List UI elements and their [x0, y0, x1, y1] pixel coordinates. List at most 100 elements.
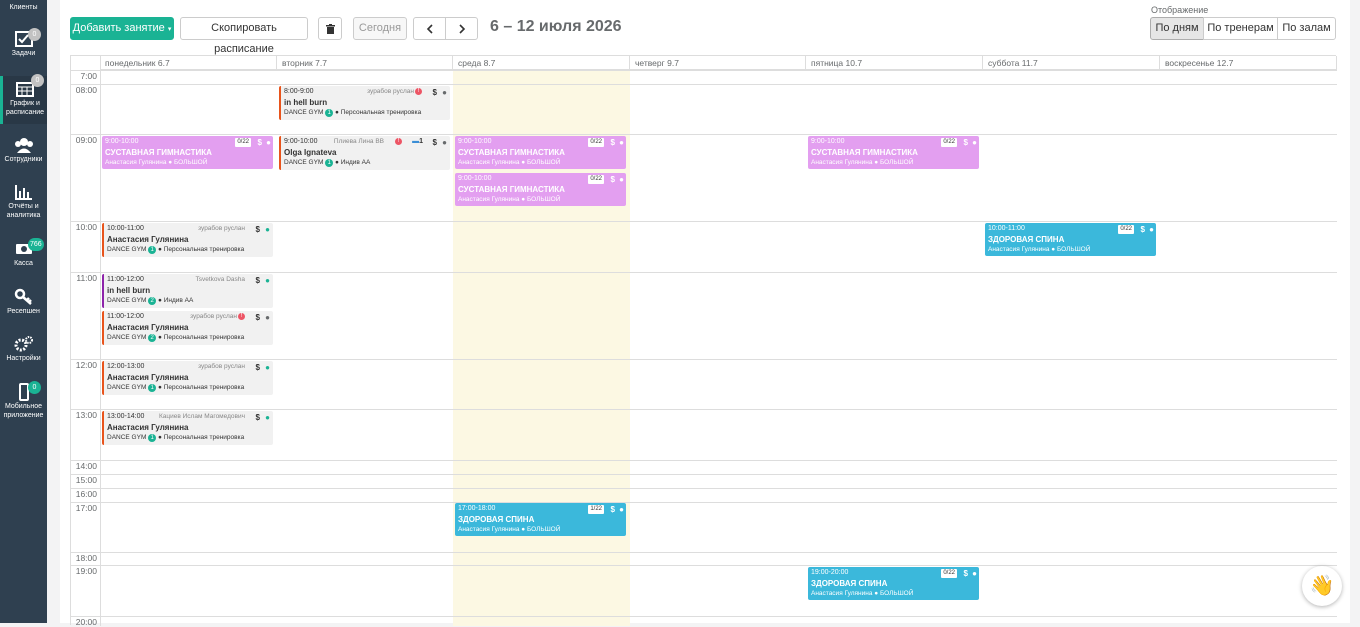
count-badge: 1 — [148, 434, 157, 442]
sidebar-item-label: Настройки — [6, 355, 41, 362]
grid-line — [71, 272, 1337, 273]
main-content: Добавить занятие ▾ Скопировать расписани… — [60, 0, 1350, 627]
personal-event[interactable]: 11:00-12:00 Tsvetkova Dasha $ ● in hell … — [102, 274, 273, 308]
event-name: ЗДОРОВАЯ СПИНА — [811, 579, 888, 588]
personal-event[interactable]: 11:00-12:00 зурабов руслан ! $ ● Анастас… — [102, 311, 273, 345]
group-event[interactable]: 9:00-10:00 0/22 $ ● СУСТАВНАЯ ГИМНАСТИКА… — [455, 173, 626, 206]
day-header: воскресенье 12.7 — [1160, 56, 1337, 70]
sidebar-item-reports[interactable]: Отчёты и аналитика — [0, 183, 47, 223]
event-type: Персональная тренировка — [163, 384, 245, 391]
group-icon: ● — [972, 569, 977, 578]
grid-line — [100, 56, 101, 626]
count-badge: 1 — [148, 246, 157, 254]
event-time: 9:00-10:00 — [811, 138, 845, 145]
card-icon: ▬1 — [412, 138, 423, 145]
event-time: 11:00-12:00 — [107, 313, 144, 320]
paid-icon: $ — [255, 313, 260, 322]
group-event[interactable]: 19:00-20:00 0/22 $ ● ЗДОРОВАЯ СПИНА Анас… — [808, 567, 979, 600]
caret-down-icon: ▾ — [167, 26, 172, 33]
person-icon: ● — [265, 413, 270, 422]
sidebar-item-mobile[interactable]: Мобильное приложение 0 — [0, 381, 47, 423]
paid-icon: $ — [255, 276, 260, 285]
help-chat-button[interactable]: 👋 — [1302, 566, 1342, 606]
person-icon: ● — [265, 276, 270, 285]
occupancy-badge: 1/22 — [588, 505, 604, 514]
event-name: Olga Ignateva — [284, 148, 337, 157]
paid-icon: $ — [255, 363, 260, 372]
sidebar-item-schedule[interactable]: График и расписание 0 — [0, 74, 47, 124]
personal-event[interactable]: 8:00-9:00 зурабов руслан ! $ ● in hell b… — [279, 86, 450, 120]
view-days-button[interactable]: По дням — [1150, 17, 1204, 40]
sidebar-item-cash[interactable]: Касса 766 — [0, 238, 47, 272]
event-type: Индив АА — [340, 159, 371, 166]
grid-line — [71, 84, 1337, 85]
time-label: 7:00 — [80, 71, 97, 81]
grid-line — [71, 616, 1337, 617]
cash-badge: 766 — [28, 238, 44, 251]
prev-week-button[interactable] — [413, 17, 446, 40]
paid-icon: $ — [610, 138, 615, 147]
event-time: 10:00-11:00 — [988, 225, 1025, 232]
count-badge: 2 — [148, 334, 157, 342]
time-label: 17:00 — [75, 503, 97, 513]
paid-icon: $ — [432, 138, 437, 147]
sidebar-item-reception[interactable]: Ресепшен — [0, 288, 47, 318]
day-header: четверг 9.7 — [630, 56, 806, 70]
personal-event[interactable]: 12:00-13:00 зурабов руслан $ ● Анастасия… — [102, 361, 273, 395]
view-halls-button[interactable]: По залам — [1277, 17, 1336, 40]
time-label: 19:00 — [75, 566, 97, 576]
personal-event[interactable]: 10:00-11:00 зурабов руслан $ ● Анастасия… — [102, 223, 273, 257]
grid-line — [71, 134, 1337, 135]
group-event[interactable]: 17:00-18:00 1/22 $ ● ЗДОРОВАЯ СПИНА Анас… — [455, 503, 626, 536]
event-sub: Анастасия Гулянина ● БОЛЬШОЙ — [811, 159, 914, 166]
group-event[interactable]: 9:00-10:00 0/22 $ ● СУСТАВНАЯ ГИМНАСТИКА… — [102, 136, 273, 169]
delete-button[interactable] — [318, 17, 342, 40]
sidebar-item-staff[interactable]: Сотрудники — [0, 136, 47, 166]
event-time: 11:00-12:00 — [107, 276, 144, 283]
group-event[interactable]: 10:00-11:00 0/22 $ ● ЗДОРОВАЯ СПИНА Анас… — [985, 223, 1156, 256]
staff-icon — [14, 138, 33, 153]
sidebar-item-clients[interactable]: Клиенты — [0, 4, 47, 11]
paid-icon: $ — [610, 505, 615, 514]
copy-schedule-button[interactable]: Скопировать расписание — [180, 17, 308, 55]
today-button[interactable]: Сегодня — [353, 17, 407, 40]
personal-event[interactable]: 13:00-14:00 Кациев Ислам Магомедович $ ●… — [102, 411, 273, 445]
group-event[interactable]: 9:00-10:00 0/22 $ ● СУСТАВНАЯ ГИМНАСТИКА… — [455, 136, 626, 169]
day-header: суббота 11.7 — [983, 56, 1160, 70]
event-type: Персональная тренировка — [163, 246, 245, 253]
time-label: 11:00 — [76, 273, 97, 283]
add-class-label: Добавить занятие — [72, 22, 165, 34]
event-name: in hell burn — [284, 98, 328, 107]
reception-icon — [14, 288, 32, 305]
alert-icon: ! — [415, 88, 422, 95]
occupancy-badge: 0/22 — [235, 138, 251, 147]
event-location: DANCE GYM — [107, 434, 147, 441]
calendar-grid: понедельник 6.7 вторник 7.7 среда 8.7 че… — [70, 55, 1337, 627]
time-label: 09:00 — [75, 135, 97, 145]
time-label: 08:00 — [75, 85, 97, 95]
group-event[interactable]: 9:00-10:00 0/22 $ ● СУСТАВНАЯ ГИМНАСТИКА… — [808, 136, 979, 169]
paid-icon: $ — [963, 569, 968, 578]
event-time: 13:00-14:00 — [107, 413, 145, 420]
time-label: 16:00 — [75, 489, 97, 499]
settings-icon — [14, 336, 33, 352]
time-label: 14:00 — [75, 461, 97, 471]
group-icon: ● — [1149, 225, 1154, 234]
grid-line — [71, 221, 1337, 222]
event-location: DANCE GYM — [107, 246, 147, 253]
event-location: DANCE GYM — [107, 384, 147, 391]
next-week-button[interactable] — [445, 17, 478, 40]
personal-event[interactable]: 9:00-10:00 Плиева Лина ВВ ! ▬1 $ ● Olga … — [279, 136, 450, 170]
paid-icon: $ — [255, 225, 260, 234]
sidebar-item-settings[interactable]: Настройки — [0, 335, 47, 365]
event-name: Анастасия Гулянина — [107, 423, 189, 432]
event-name: СУСТАВНАЯ ГИМНАСТИКА — [458, 148, 565, 157]
event-type: Персональная тренировка — [163, 334, 245, 341]
count-badge: 1 — [148, 384, 157, 392]
event-sub: DANCE GYM 1 ● Персональная тренировка — [107, 384, 245, 392]
event-time: 9:00-10:00 — [458, 175, 492, 182]
event-sub: DANCE GYM 1 ● Персональная тренировка — [107, 246, 245, 254]
view-trainers-button[interactable]: По тренерам — [1203, 17, 1278, 40]
add-class-button[interactable]: Добавить занятие ▾ — [70, 17, 174, 40]
sidebar-item-tasks[interactable]: Задачи 0 — [0, 28, 47, 62]
